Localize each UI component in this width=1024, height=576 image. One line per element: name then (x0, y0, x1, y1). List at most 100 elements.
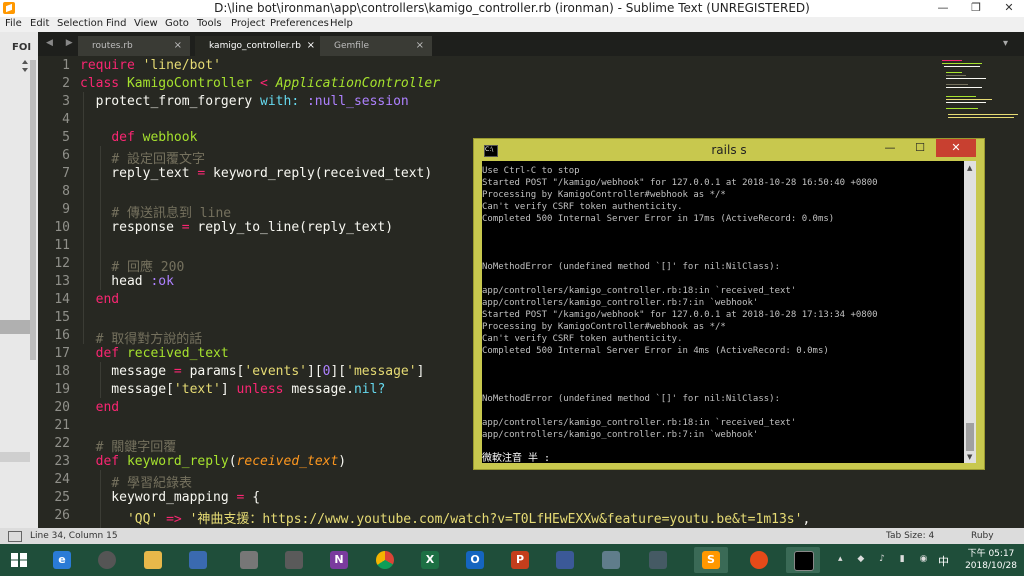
scroll-up-icon[interactable] (22, 60, 28, 64)
close-button[interactable]: ✕ (996, 0, 1022, 17)
outlook-icon: O (466, 551, 484, 569)
taskbar-powerpoint[interactable]: P (503, 547, 537, 573)
start-button[interactable] (2, 547, 36, 573)
close-tab-icon[interactable]: × (307, 36, 315, 56)
taskbar-ie[interactable]: e (45, 547, 79, 573)
close-tab-icon[interactable]: × (174, 36, 182, 56)
taskbar-app4[interactable] (548, 547, 582, 573)
menu-view[interactable]: View (134, 18, 158, 29)
ie-icon: e (53, 551, 71, 569)
restore-button[interactable]: ❐ (963, 0, 989, 17)
console-scroll-thumb[interactable] (966, 423, 974, 451)
clock[interactable]: 下午 05:17 2018/10/28 (960, 548, 1022, 572)
console-line: Can't verify CSRF token authenticity. (482, 334, 683, 344)
console-close-button[interactable]: ✕ (936, 139, 976, 157)
menu-preferences[interactable]: Preferences (270, 18, 329, 29)
tab-navigation-arrows[interactable]: ◀ ▶ (46, 38, 78, 48)
taskbar-folder[interactable] (136, 547, 170, 573)
system-tray-icons[interactable]: ▴ ◆ ♪ ▮ ◉ (838, 554, 933, 564)
clock-time: 下午 05:17 (967, 549, 1015, 559)
code-line-1: require 'line/bot' (80, 58, 221, 73)
line-number: 16 (54, 328, 70, 343)
console-line: Started POST "/kamigo/webhook" for 127.0… (482, 178, 878, 188)
chrome-icon (376, 551, 394, 569)
app3-icon (285, 551, 303, 569)
taskbar-sublime[interactable]: S (694, 547, 728, 573)
code-line-17: def received_text (95, 346, 229, 361)
close-tab-icon[interactable]: × (416, 36, 424, 56)
taskbar-cmd[interactable] (786, 547, 820, 573)
code-line-7: reply_text = keyword_reply(received_text… (80, 166, 433, 181)
menu-tools[interactable]: Tools (197, 18, 222, 29)
taskbar-media[interactable] (90, 547, 124, 573)
title-bar: D:\line bot\ironman\app\controllers\kami… (0, 0, 1024, 17)
console-maximize-button[interactable]: ☐ (906, 139, 934, 157)
syntax-setting[interactable]: Ruby (971, 531, 994, 541)
media-player-icon (98, 551, 116, 569)
scroll-up-icon[interactable]: ▲ (967, 164, 972, 172)
menu-file[interactable]: File (5, 18, 22, 29)
taskbar-onenote[interactable]: N (322, 547, 356, 573)
menu-goto[interactable]: Goto (165, 18, 189, 29)
line-number: 11 (54, 238, 70, 253)
panel-toggle-icon[interactable] (8, 531, 22, 542)
console-line: Completed 500 Internal Server Error in 1… (482, 214, 835, 224)
tab-kamigo-controller[interactable]: kamigo_controller.rb × (195, 36, 323, 56)
code-line-24: # 學習紀錄表 (111, 476, 192, 491)
menu-find[interactable]: Find (106, 18, 127, 29)
line-number: 26 (54, 508, 70, 523)
line-number: 3 (62, 94, 70, 109)
code-line-6: # 設定回覆文字 (111, 152, 205, 167)
code-line-9: # 傳送訊息到 line (111, 206, 232, 221)
taskbar-app5[interactable] (594, 547, 628, 573)
taskbar-app[interactable] (181, 547, 215, 573)
sidebar-horizontal-scrollbar[interactable] (0, 452, 30, 462)
line-number: 8 (62, 184, 70, 199)
code-line-2: class KamigoController < ApplicationCont… (80, 76, 441, 91)
tab-bar: routes.rb × kamigo_controller.rb × Gemfi… (38, 32, 1024, 56)
taskbar-app6[interactable] (641, 547, 675, 573)
line-number: 7 (62, 166, 70, 181)
code-line-18: message = params['events'][0]['message'] (80, 364, 425, 379)
tab-label: Gemfile (334, 41, 369, 51)
app-icon (189, 551, 207, 569)
line-number: 15 (54, 310, 70, 325)
menu-help[interactable]: Help (330, 18, 353, 29)
menu-edit[interactable]: Edit (30, 18, 49, 29)
folder-icon (144, 551, 162, 569)
taskbar-chrome[interactable] (368, 547, 402, 573)
sidebar-selected-item[interactable] (0, 320, 30, 334)
code-line-19: message['text'] unless message.nil? (80, 382, 386, 397)
line-number: 14 (54, 292, 70, 307)
ime-indicator[interactable]: 中 (938, 553, 949, 569)
taskbar-app2[interactable] (232, 547, 266, 573)
console-scrollbar[interactable]: ▲ ▼ (964, 161, 976, 463)
line-number: 25 (54, 490, 70, 505)
scroll-down-icon[interactable] (22, 68, 28, 72)
console-output[interactable]: Use Ctrl-C to stop Started POST "/kamigo/… (482, 161, 976, 463)
tab-routes[interactable]: routes.rb × (78, 36, 190, 56)
scroll-down-icon[interactable]: ▼ (967, 453, 972, 461)
console-line: Use Ctrl-C to stop (482, 166, 580, 176)
taskbar-excel[interactable]: X (413, 547, 447, 573)
sidebar-folder-label[interactable]: FOI (12, 42, 31, 53)
console-line: app/controllers/kamigo_controller.rb:18:… (482, 418, 797, 428)
console-minimize-button[interactable]: — (876, 139, 904, 157)
tab-size-setting[interactable]: Tab Size: 4 (886, 531, 934, 541)
tab-overflow-icon[interactable]: ▾ (1003, 38, 1008, 49)
line-number: 19 (54, 382, 70, 397)
windows-logo-icon (11, 553, 27, 567)
code-line-25: keyword_mapping = { (80, 490, 261, 505)
menu-project[interactable]: Project (231, 18, 265, 29)
minimize-button[interactable]: — (930, 0, 956, 17)
cursor-position: Line 34, Column 15 (30, 531, 118, 541)
taskbar-app7[interactable] (742, 547, 776, 573)
sidebar-scrollbar[interactable] (30, 60, 36, 360)
console-line: app/controllers/kamigo_controller.rb:7:i… (482, 298, 759, 308)
taskbar-app3[interactable] (277, 547, 311, 573)
taskbar-outlook[interactable]: O (458, 547, 492, 573)
window-title: D:\line bot\ironman\app\controllers\kami… (214, 1, 810, 15)
menu-selection[interactable]: Selection (57, 18, 103, 29)
code-line-14: end (95, 292, 120, 307)
tab-gemfile[interactable]: Gemfile × (320, 36, 432, 56)
